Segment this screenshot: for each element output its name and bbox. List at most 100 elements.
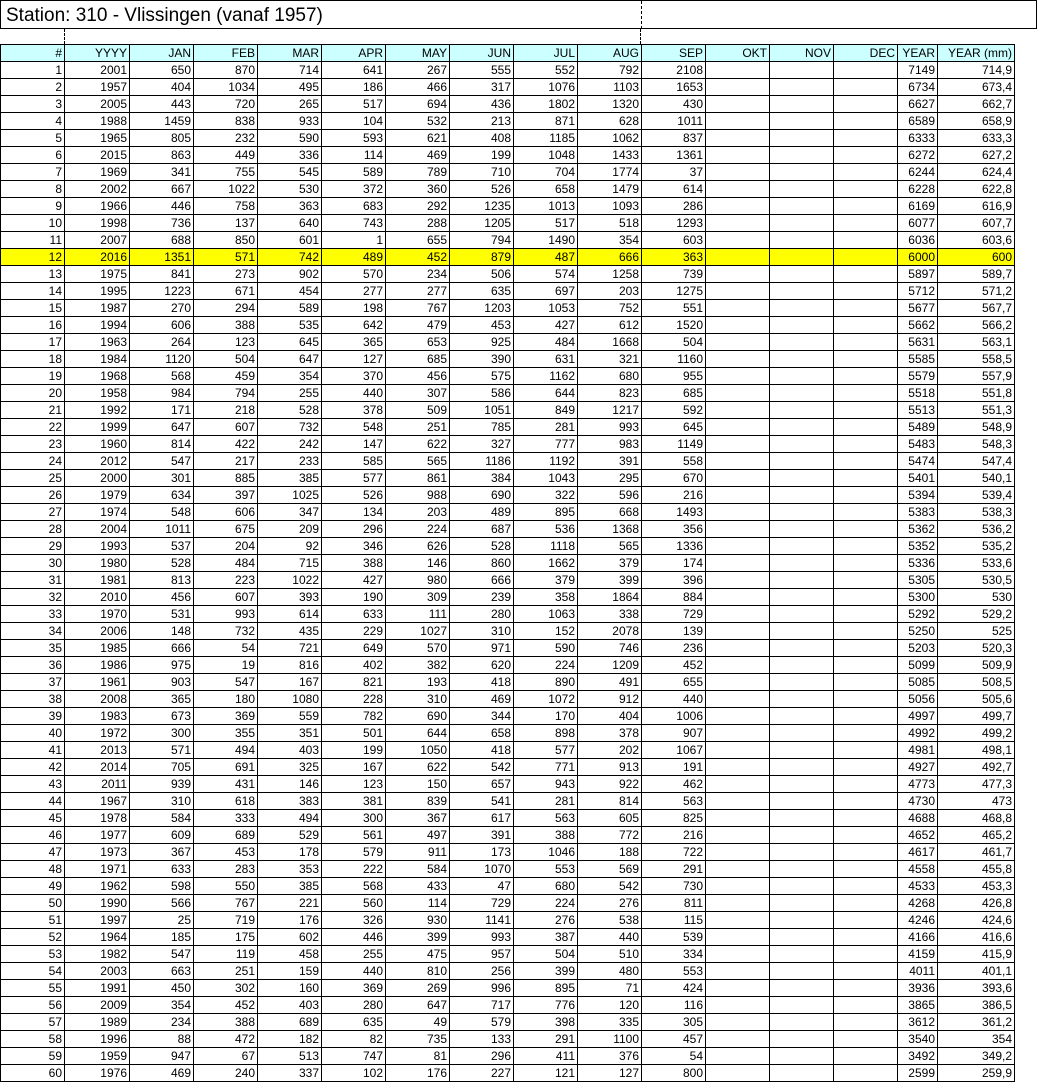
table-cell[interactable] [769, 231, 834, 249]
table-cell[interactable] [769, 741, 834, 759]
table-cell[interactable]: 186 [321, 78, 386, 96]
table-cell[interactable]: 771 [513, 758, 578, 776]
table-cell[interactable]: 542 [449, 758, 514, 776]
table-cell[interactable]: 547 [129, 945, 194, 963]
table-cell[interactable]: 401,1 [937, 962, 1015, 980]
table-cell[interactable]: 38 [0, 690, 65, 708]
table-cell[interactable] [769, 996, 834, 1014]
table-cell[interactable]: 680 [513, 877, 578, 895]
table-cell[interactable] [705, 605, 770, 623]
table-cell[interactable]: 1774 [577, 163, 642, 181]
table-cell[interactable]: 553 [513, 860, 578, 878]
table-cell[interactable]: 264 [129, 333, 194, 351]
table-cell[interactable]: 40 [0, 724, 65, 742]
table-cell[interactable]: 224 [513, 894, 578, 912]
table-cell[interactable]: 1235 [449, 197, 514, 215]
table-cell[interactable] [705, 248, 770, 266]
table-cell[interactable] [705, 401, 770, 419]
table-cell[interactable] [705, 826, 770, 844]
table-cell[interactable] [769, 214, 834, 232]
column-header-okt[interactable]: OKT [705, 44, 770, 62]
table-cell[interactable]: 4166 [897, 928, 938, 946]
table-cell[interactable]: 758 [193, 197, 258, 215]
table-cell[interactable]: 5483 [897, 435, 938, 453]
table-cell[interactable]: 18 [0, 350, 65, 368]
table-cell[interactable] [705, 588, 770, 606]
table-cell[interactable]: 5 [0, 129, 65, 147]
table-cell[interactable]: 1072 [513, 690, 578, 708]
table-cell[interactable]: 1320 [577, 95, 642, 113]
table-cell[interactable]: 376 [577, 1047, 642, 1065]
table-cell[interactable] [833, 282, 898, 300]
table-cell[interactable]: 54 [641, 1047, 706, 1065]
table-cell[interactable] [705, 316, 770, 334]
table-cell[interactable]: 570 [385, 639, 450, 657]
table-cell[interactable]: 3865 [897, 996, 938, 1014]
table-cell[interactable]: 518 [577, 214, 642, 232]
table-cell[interactable]: 256 [449, 962, 514, 980]
column-header-year-mm[interactable]: YEAR (mm) [937, 44, 1015, 62]
table-cell[interactable] [769, 758, 834, 776]
table-cell[interactable]: 59 [0, 1047, 65, 1065]
table-cell[interactable]: 498,1 [937, 741, 1015, 759]
table-cell[interactable]: 993 [577, 418, 642, 436]
table-cell[interactable]: 499,7 [937, 707, 1015, 725]
table-cell[interactable]: 1022 [193, 180, 258, 198]
table-cell[interactable]: 433 [385, 877, 450, 895]
column-header-jun[interactable]: JUN [449, 44, 514, 62]
table-cell[interactable]: 5518 [897, 384, 938, 402]
table-cell[interactable] [769, 486, 834, 504]
table-cell[interactable]: 947 [129, 1047, 194, 1065]
table-cell[interactable]: 346 [321, 537, 386, 555]
table-cell[interactable]: 239 [449, 588, 514, 606]
table-cell[interactable]: 473 [937, 792, 1015, 810]
table-cell[interactable]: 1990 [64, 894, 130, 912]
table-cell[interactable] [833, 469, 898, 487]
table-cell[interactable]: 533,6 [937, 554, 1015, 572]
table-cell[interactable]: 739 [641, 265, 706, 283]
table-cell[interactable]: 367 [129, 843, 194, 861]
table-cell[interactable]: 5305 [897, 571, 938, 589]
table-cell[interactable]: 689 [257, 1013, 322, 1031]
table-cell[interactable]: 1209 [577, 656, 642, 674]
table-cell[interactable]: 384 [449, 469, 514, 487]
table-cell[interactable] [705, 384, 770, 402]
table-cell[interactable]: 647 [385, 996, 450, 1014]
table-cell[interactable]: 666 [129, 639, 194, 657]
table-cell[interactable]: 687 [449, 520, 514, 538]
table-cell[interactable]: 2012 [64, 452, 130, 470]
table-cell[interactable] [705, 197, 770, 215]
table-cell[interactable]: 586 [449, 384, 514, 402]
table-cell[interactable] [769, 571, 834, 589]
table-cell[interactable] [705, 469, 770, 487]
table-cell[interactable]: 1192 [513, 452, 578, 470]
table-cell[interactable]: 363 [257, 197, 322, 215]
column-header-may[interactable]: MAY [385, 44, 450, 62]
table-cell[interactable]: 2007 [64, 231, 130, 249]
table-cell[interactable]: 558 [641, 452, 706, 470]
table-cell[interactable]: 35 [0, 639, 65, 657]
table-cell[interactable]: 322 [513, 486, 578, 504]
table-cell[interactable]: 849 [513, 401, 578, 419]
table-cell[interactable] [705, 571, 770, 589]
table-cell[interactable]: 5631 [897, 333, 938, 351]
table-cell[interactable]: 658 [513, 180, 578, 198]
table-cell[interactable]: 455,8 [937, 860, 1015, 878]
table-cell[interactable]: 662,7 [937, 95, 1015, 113]
table-cell[interactable]: 570 [321, 265, 386, 283]
table-cell[interactable]: 16 [0, 316, 65, 334]
table-cell[interactable]: 1965 [64, 129, 130, 147]
table-cell[interactable]: 171 [129, 401, 194, 419]
table-cell[interactable]: 811 [641, 894, 706, 912]
table-cell[interactable]: 1160 [641, 350, 706, 368]
table-cell[interactable]: 5513 [897, 401, 938, 419]
table-cell[interactable] [769, 78, 834, 96]
table-cell[interactable]: 975 [129, 656, 194, 674]
table-cell[interactable]: 399 [513, 962, 578, 980]
table-cell[interactable] [833, 928, 898, 946]
table-cell[interactable]: 1490 [513, 231, 578, 249]
table-cell[interactable]: 390 [449, 350, 514, 368]
table-cell[interactable] [833, 214, 898, 232]
table-cell[interactable]: 443 [129, 95, 194, 113]
table-cell[interactable]: 658,9 [937, 112, 1015, 130]
